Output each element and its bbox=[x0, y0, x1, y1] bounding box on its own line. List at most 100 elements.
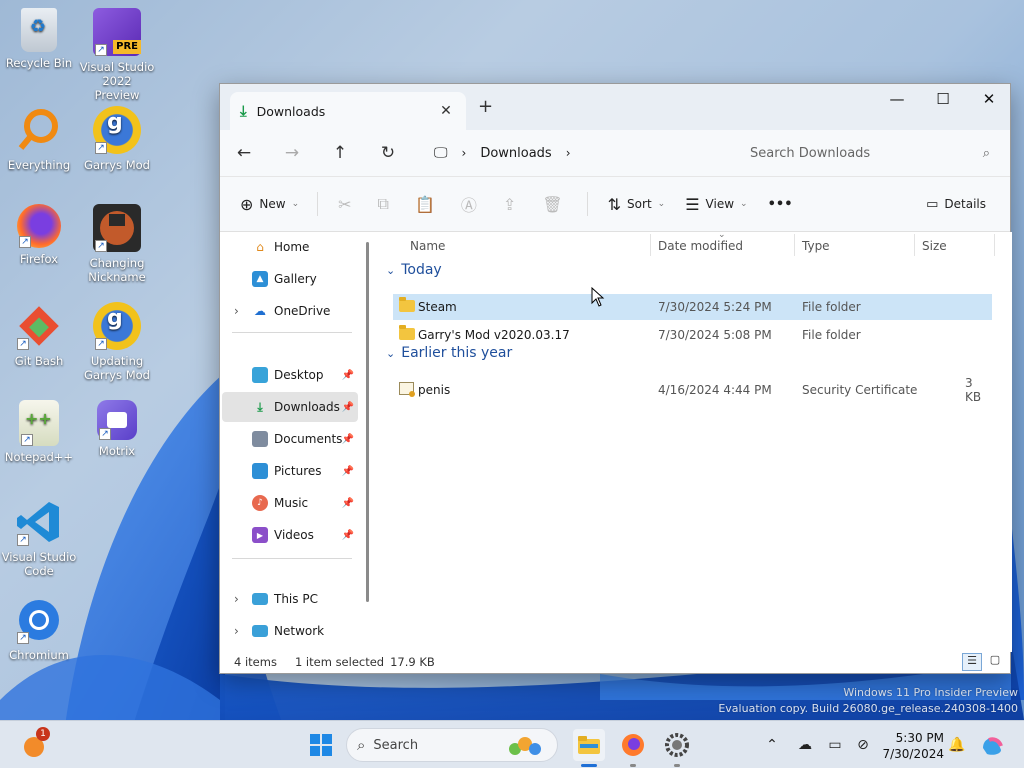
desktop-icon-visual-studio[interactable]: PRE ↗ Visual Studio 2022 Preview bbox=[79, 8, 155, 102]
pin-icon[interactable]: 📌 bbox=[342, 402, 354, 413]
desktop-icon-label: Updating Garrys Mod bbox=[84, 354, 150, 382]
up-arrow-icon[interactable]: ↑ bbox=[316, 143, 364, 163]
breadcrumb-downloads[interactable]: Downloads bbox=[480, 146, 551, 161]
desktop-icon-garrys-mod[interactable]: g ↗ Garrys Mod bbox=[79, 106, 155, 172]
notification-bell-icon[interactable]: 🔔 bbox=[946, 721, 968, 768]
chevron-right-icon[interactable]: › bbox=[566, 146, 571, 160]
notepadpp-icon: ++ ↗ bbox=[19, 400, 59, 446]
gallery-icon: ▲ bbox=[252, 271, 268, 287]
taskbar-firefox-icon[interactable] bbox=[617, 729, 649, 767]
search-box[interactable]: Search Downloads ⌕ bbox=[738, 136, 1002, 170]
sort-button[interactable]: ⇅ Sort ⌄ bbox=[608, 195, 666, 214]
nav-scrollbar[interactable] bbox=[366, 242, 369, 602]
taskbar: 1 ⌕ Search ⌃ ☁ ▭ ⊘ 5:30 PM 7/30/2024 🔔 bbox=[0, 720, 1024, 768]
address-bar[interactable]: 🖵 › Downloads › bbox=[424, 136, 724, 170]
chevron-up-icon[interactable]: ⌃ bbox=[762, 721, 782, 768]
pin-icon[interactable]: 📌 bbox=[342, 466, 354, 477]
git-bash-icon: ↗ bbox=[15, 302, 63, 350]
navigation-pane: ⌂ Home ▲ Gallery › ☁ OneDrive Desktop 📌 ⤓ Down… bbox=[220, 232, 375, 652]
nav-item-documents[interactable]: Documents 📌 bbox=[222, 424, 358, 454]
more-options-button[interactable]: ••• bbox=[768, 197, 793, 212]
desktop-icon-motrix[interactable]: ↗ Motrix bbox=[79, 400, 155, 458]
desktop-icon-changing-nickname[interactable]: ↗ Changing Nickname bbox=[79, 204, 155, 284]
desktop-icon-notepadpp[interactable]: ++ ↗ Notepad++ bbox=[1, 400, 77, 464]
tab-downloads[interactable]: ⤓ Downloads ✕ bbox=[230, 92, 466, 130]
pin-icon[interactable]: 📌 bbox=[342, 498, 354, 509]
nav-item-home[interactable]: ⌂ Home bbox=[222, 232, 358, 262]
taskbar-search[interactable]: ⌕ Search bbox=[346, 728, 558, 762]
delete-icon[interactable]: 🗑 bbox=[542, 195, 568, 214]
share-icon[interactable]: ⇪ bbox=[503, 195, 522, 214]
display-icon[interactable]: ▭ bbox=[824, 721, 846, 768]
system-clock[interactable]: 5:30 PM 7/30/2024 bbox=[882, 730, 944, 762]
column-type[interactable]: Type bbox=[802, 239, 830, 253]
file-type: File folder bbox=[802, 300, 861, 314]
nav-item-this-pc[interactable]: › This PC bbox=[222, 584, 358, 614]
taskbar-file-explorer-icon[interactable] bbox=[573, 729, 605, 767]
desktop-icon-firefox[interactable]: ↗ Firefox bbox=[1, 204, 77, 266]
tiles-view-icon[interactable]: ▢ bbox=[986, 653, 1004, 671]
file-type: File folder bbox=[802, 328, 861, 342]
search-input[interactable]: Search Downloads bbox=[750, 146, 983, 161]
forward-arrow-icon[interactable]: → bbox=[268, 143, 316, 163]
table-row[interactable]: Steam 7/30/2024 5:24 PM File folder bbox=[393, 294, 992, 320]
group-earlier-this-year[interactable]: ⌄ Earlier this year bbox=[386, 345, 512, 361]
desktop-icon-updating-garrys-mod[interactable]: g ↗ Updating Garrys Mod bbox=[79, 302, 155, 382]
chevron-right-icon[interactable]: › bbox=[234, 304, 239, 318]
pin-icon[interactable]: 📌 bbox=[342, 370, 354, 381]
close-window-icon[interactable]: ✕ bbox=[966, 84, 1012, 114]
updates-icon[interactable]: 1 bbox=[18, 727, 50, 761]
network-status-icon[interactable]: ⊘ bbox=[852, 721, 874, 768]
chevron-down-icon: ⌄ bbox=[386, 264, 396, 277]
desktop-icon-label: Garrys Mod bbox=[84, 158, 150, 172]
minimize-icon[interactable]: — bbox=[874, 84, 920, 114]
tab-title: Downloads bbox=[256, 103, 326, 119]
pin-icon[interactable]: 📌 bbox=[342, 434, 354, 445]
chevron-right-icon[interactable]: › bbox=[234, 592, 239, 606]
desktop-icon-everything[interactable]: Everything bbox=[1, 106, 77, 172]
chevron-right-icon[interactable]: › bbox=[462, 146, 467, 160]
nav-item-onedrive[interactable]: › ☁ OneDrive bbox=[222, 296, 358, 326]
chevron-right-icon[interactable]: › bbox=[234, 624, 239, 638]
desktop-icon-vscode[interactable]: ↗ Visual Studio Code bbox=[1, 498, 77, 578]
nav-item-gallery[interactable]: ▲ Gallery bbox=[222, 264, 358, 294]
new-button[interactable]: ⊕ New ⌄ bbox=[240, 195, 299, 214]
details-pane-button[interactable]: ▭ Details bbox=[926, 197, 986, 212]
nav-item-downloads[interactable]: ⤓ Downloads 📌 bbox=[222, 392, 358, 422]
new-tab-icon[interactable]: + bbox=[478, 96, 493, 117]
desktop-icon-git-bash[interactable]: ↗ Git Bash bbox=[1, 302, 77, 368]
desktop-icon-chromium[interactable]: ↗ Chromium bbox=[1, 596, 77, 662]
nav-item-videos[interactable]: ▶ Videos 📌 bbox=[222, 520, 358, 550]
column-name[interactable]: Name bbox=[410, 239, 445, 253]
view-button[interactable]: ☰ View ⌄ bbox=[685, 195, 747, 214]
music-icon: ♪ bbox=[252, 495, 268, 511]
maximize-icon[interactable]: ☐ bbox=[920, 84, 966, 114]
nav-item-pictures[interactable]: Pictures 📌 bbox=[222, 456, 358, 486]
column-date-modified[interactable]: Date modified bbox=[658, 239, 743, 253]
close-tab-icon[interactable]: ✕ bbox=[436, 103, 456, 119]
start-windows-icon[interactable] bbox=[305, 729, 337, 761]
rename-icon[interactable]: Ⓐ bbox=[461, 192, 483, 216]
table-row[interactable]: penis 4/16/2024 4:44 PM Security Certifi… bbox=[393, 376, 992, 404]
pin-icon[interactable]: 📌 bbox=[342, 530, 354, 541]
nav-item-network[interactable]: › Network bbox=[222, 616, 358, 646]
nav-item-music[interactable]: ♪ Music 📌 bbox=[222, 488, 358, 518]
more-label: ••• bbox=[767, 196, 793, 212]
copilot-icon[interactable] bbox=[978, 721, 1006, 768]
nav-item-desktop[interactable]: Desktop 📌 bbox=[222, 360, 358, 390]
back-arrow-icon[interactable]: ← bbox=[220, 143, 268, 163]
group-today[interactable]: ⌄ Today bbox=[386, 262, 442, 278]
taskbar-settings-gear-icon[interactable] bbox=[661, 729, 693, 767]
details-view-icon[interactable]: ☰ bbox=[962, 653, 982, 671]
file-type: Security Certificate bbox=[802, 383, 918, 397]
onedrive-offline-icon[interactable]: ☁ bbox=[794, 721, 816, 768]
refresh-icon[interactable]: ↻ bbox=[364, 143, 412, 163]
file-date: 7/30/2024 5:08 PM bbox=[658, 328, 772, 342]
copy-icon[interactable]: ⧉ bbox=[378, 194, 395, 214]
column-size[interactable]: Size bbox=[922, 239, 947, 253]
new-label: New bbox=[259, 197, 286, 211]
cut-icon[interactable]: ✂ bbox=[338, 195, 357, 214]
paste-icon[interactable]: 📋 bbox=[415, 195, 441, 214]
desktop-icon-recycle-bin[interactable]: ♻ Recycle Bin bbox=[1, 8, 77, 70]
search-icon: ⌕ bbox=[357, 736, 366, 754]
